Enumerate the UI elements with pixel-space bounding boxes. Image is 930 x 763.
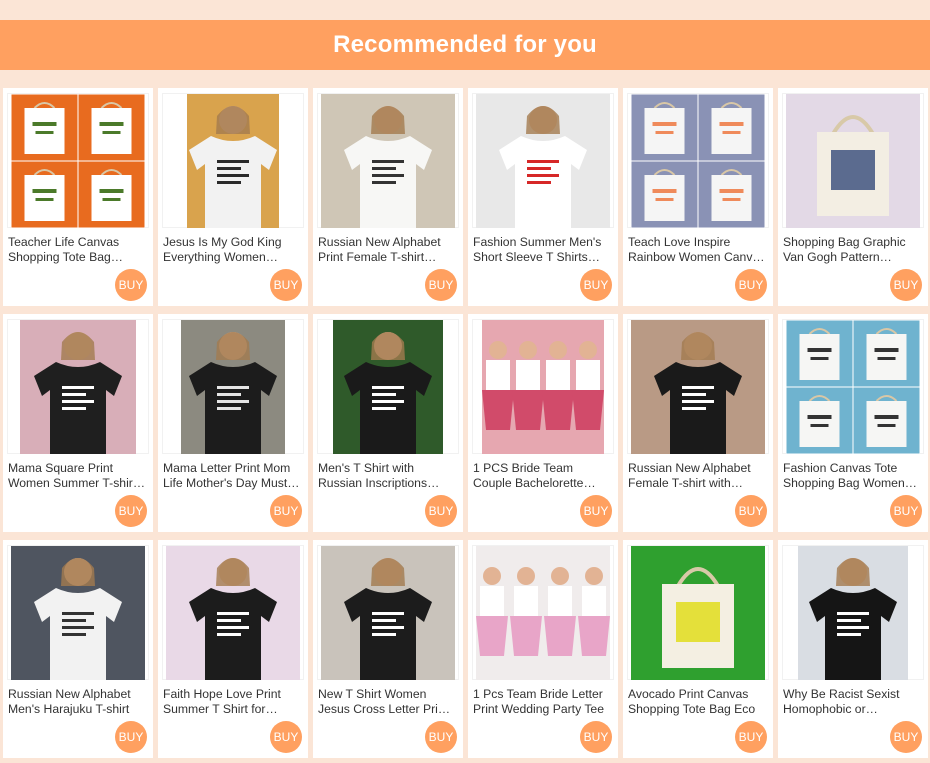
buy-button[interactable]: BUY xyxy=(115,721,147,753)
product-card[interactable]: Jesus Is My God King Everything Women Su… xyxy=(158,88,308,306)
buy-button[interactable]: BUY xyxy=(735,269,767,301)
product-card[interactable]: Fashion Summer Men's Short Sleeve T Shir… xyxy=(468,88,618,306)
recommended-header: Recommended for you xyxy=(0,20,930,70)
product-photo-icon xyxy=(187,93,279,228)
product-grid: Teacher Life Canvas Shopping Tote Bag Te… xyxy=(3,88,928,758)
product-photo-icon xyxy=(798,545,908,680)
product-title[interactable]: Teacher Life Canvas Shopping Tote Bag Te… xyxy=(8,235,146,265)
product-image[interactable] xyxy=(627,93,769,228)
product-image[interactable] xyxy=(317,545,459,680)
product-title[interactable]: New T Shirt Women Jesus Cross Letter Pri… xyxy=(318,687,456,717)
buy-button[interactable]: BUY xyxy=(890,721,922,753)
buy-button[interactable]: BUY xyxy=(115,495,147,527)
product-image[interactable] xyxy=(162,319,304,454)
product-image[interactable] xyxy=(782,545,924,680)
buy-button[interactable]: BUY xyxy=(890,269,922,301)
product-image[interactable] xyxy=(317,319,459,454)
product-photo-icon xyxy=(476,93,610,228)
product-image[interactable] xyxy=(162,93,304,228)
product-card[interactable]: Teach Love Inspire Rainbow Women Canvas … xyxy=(623,88,773,306)
product-title[interactable]: Russian New Alphabet Men's Harajuku T-sh… xyxy=(8,687,146,717)
buy-button[interactable]: BUY xyxy=(580,721,612,753)
product-card[interactable]: New T Shirt Women Jesus Cross Letter Pri… xyxy=(313,540,463,758)
product-photo-icon xyxy=(476,545,610,680)
buy-button[interactable]: BUY xyxy=(735,495,767,527)
product-image[interactable] xyxy=(782,319,924,454)
product-photo-icon xyxy=(321,545,455,680)
product-card[interactable]: 1 PCS Bride Team Couple Bachelorette Par… xyxy=(468,314,618,532)
product-photo-icon xyxy=(786,93,920,228)
buy-button[interactable]: BUY xyxy=(890,495,922,527)
product-title[interactable]: Fashion Canvas Tote Shopping Bag Women Q… xyxy=(783,461,921,491)
product-photo-icon xyxy=(166,545,300,680)
product-photo-icon xyxy=(631,319,765,454)
product-title[interactable]: Shopping Bag Graphic Van Gogh Pattern Ca… xyxy=(783,235,921,265)
product-image[interactable] xyxy=(7,319,149,454)
product-image[interactable] xyxy=(7,545,149,680)
product-card[interactable]: Fashion Canvas Tote Shopping Bag Women Q… xyxy=(778,314,928,532)
product-title[interactable]: Russian New Alphabet Print Female T-shir… xyxy=(318,235,456,265)
buy-button[interactable]: BUY xyxy=(425,269,457,301)
product-photo-icon xyxy=(11,545,145,680)
product-image[interactable] xyxy=(627,319,769,454)
buy-button[interactable]: BUY xyxy=(270,721,302,753)
product-title[interactable]: Mama Letter Print Mom Life Mother's Day … xyxy=(163,461,301,491)
product-card[interactable]: 1 Pcs Team Bride Letter Print Wedding Pa… xyxy=(468,540,618,758)
product-card[interactable]: Teacher Life Canvas Shopping Tote Bag Te… xyxy=(3,88,153,306)
product-image[interactable] xyxy=(782,93,924,228)
buy-button[interactable]: BUY xyxy=(425,495,457,527)
buy-button[interactable]: BUY xyxy=(580,269,612,301)
product-title[interactable]: Fashion Summer Men's Short Sleeve T Shir… xyxy=(473,235,611,265)
product-image[interactable] xyxy=(317,93,459,228)
product-image[interactable] xyxy=(472,319,614,454)
product-title[interactable]: Faith Hope Love Print Summer T Shirt for… xyxy=(163,687,301,717)
product-title[interactable]: Russian New Alphabet Female T-shirt with… xyxy=(628,461,766,491)
product-card[interactable]: Shopping Bag Graphic Van Gogh Pattern Ca… xyxy=(778,88,928,306)
product-photo-icon xyxy=(181,319,285,454)
product-card[interactable]: Avocado Print Canvas Shopping Tote Bag E… xyxy=(623,540,773,758)
product-photo-icon xyxy=(482,319,604,454)
product-title[interactable]: 1 Pcs Team Bride Letter Print Wedding Pa… xyxy=(473,687,611,717)
product-title[interactable]: Avocado Print Canvas Shopping Tote Bag E… xyxy=(628,687,766,717)
page-title: Recommended for you xyxy=(333,31,597,58)
product-photo-icon xyxy=(11,93,145,228)
product-card[interactable]: Russian New Alphabet Female T-shirt with… xyxy=(623,314,773,532)
product-image[interactable] xyxy=(472,545,614,680)
product-image[interactable] xyxy=(472,93,614,228)
product-photo-icon xyxy=(786,319,920,454)
buy-button[interactable]: BUY xyxy=(735,721,767,753)
product-title[interactable]: Jesus Is My God King Everything Women Su… xyxy=(163,235,301,265)
product-photo-icon xyxy=(333,319,443,454)
product-title[interactable]: Teach Love Inspire Rainbow Women Canvas … xyxy=(628,235,766,265)
product-photo-icon xyxy=(20,319,136,454)
product-card[interactable]: Faith Hope Love Print Summer T Shirt for… xyxy=(158,540,308,758)
product-title[interactable]: 1 PCS Bride Team Couple Bachelorette Par… xyxy=(473,461,611,491)
product-photo-icon xyxy=(321,93,455,228)
buy-button[interactable]: BUY xyxy=(270,269,302,301)
product-image[interactable] xyxy=(7,93,149,228)
buy-button[interactable]: BUY xyxy=(115,269,147,301)
product-card[interactable]: Men's T Shirt with Russian Inscriptions … xyxy=(313,314,463,532)
product-card[interactable]: Russian New Alphabet Men's Harajuku T-sh… xyxy=(3,540,153,758)
product-card[interactable]: Russian New Alphabet Print Female T-shir… xyxy=(313,88,463,306)
product-image[interactable] xyxy=(627,545,769,680)
product-title[interactable]: Mama Square Print Women Summer T-shirt C… xyxy=(8,461,146,491)
product-photo-icon xyxy=(631,545,765,680)
product-card[interactable]: Mama Square Print Women Summer T-shirt C… xyxy=(3,314,153,532)
product-card[interactable]: Why Be Racist Sexist Homophobic or Trans… xyxy=(778,540,928,758)
product-title[interactable]: Why Be Racist Sexist Homophobic or Trans… xyxy=(783,687,921,717)
product-card[interactable]: Mama Letter Print Mom Life Mother's Day … xyxy=(158,314,308,532)
buy-button[interactable]: BUY xyxy=(580,495,612,527)
buy-button[interactable]: BUY xyxy=(425,721,457,753)
buy-button[interactable]: BUY xyxy=(270,495,302,527)
product-photo-icon xyxy=(631,93,765,228)
product-image[interactable] xyxy=(162,545,304,680)
product-title[interactable]: Men's T Shirt with Russian Inscriptions … xyxy=(318,461,456,491)
